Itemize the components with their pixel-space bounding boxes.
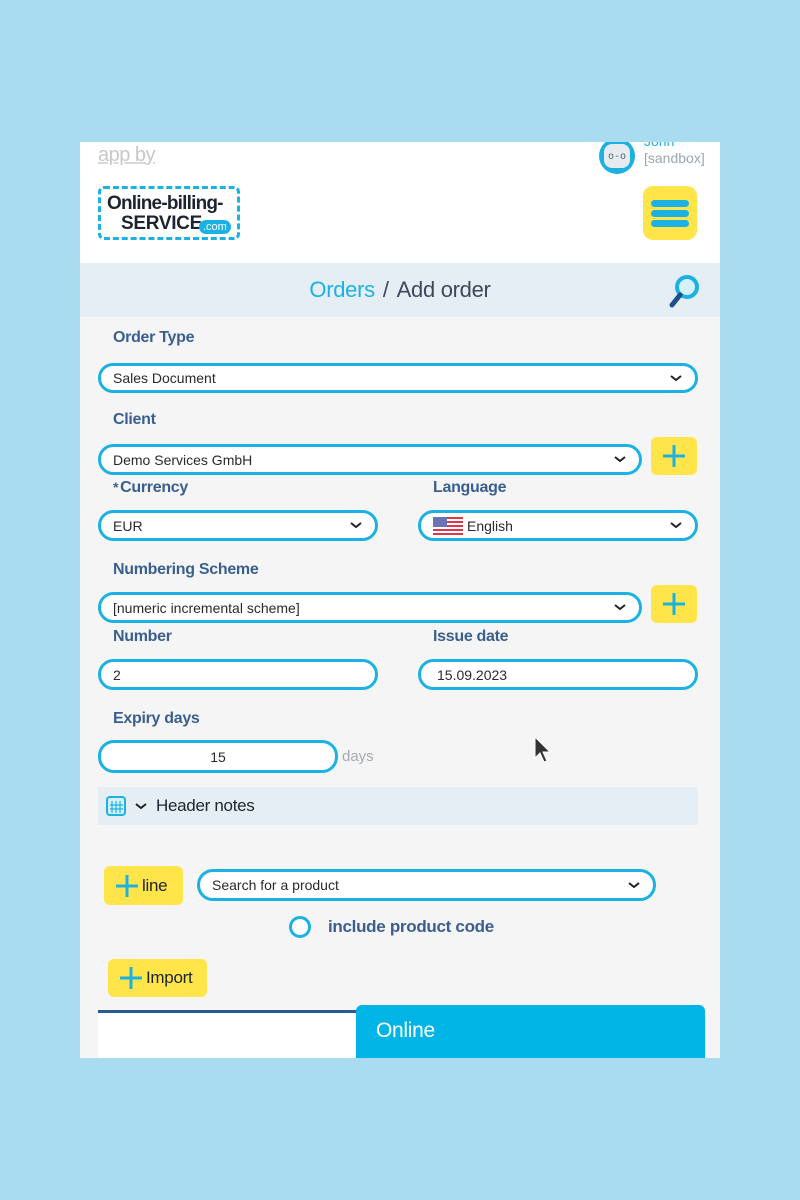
expiry-days-unit: days (342, 748, 374, 765)
import-label: Import (146, 968, 193, 987)
include-product-code-label[interactable]: include product code (328, 917, 494, 937)
top-bar: app by Online-billing- service .com o-o … (80, 142, 720, 263)
plus-icon (120, 967, 142, 989)
plus-icon (116, 874, 138, 897)
avatar-face: o-o (604, 144, 630, 168)
chevron-down-icon (665, 374, 687, 382)
issue-date-value: 15.09.2023 (437, 666, 508, 683)
required-mark: * (113, 479, 119, 495)
mouse-cursor-icon (534, 736, 552, 763)
client-label: Client (113, 411, 156, 428)
add-line-button[interactable]: line (104, 866, 183, 905)
number-label: Number (113, 628, 172, 645)
numbering-scheme-label: Numbering Scheme (113, 561, 259, 578)
add-client-button[interactable] (651, 437, 697, 475)
numbering-scheme-value: [numeric incremental scheme] (113, 599, 300, 616)
client-value: Demo Services GmbH (113, 451, 253, 468)
currency-select[interactable]: EUR (98, 510, 378, 541)
app-by-text: app by (98, 144, 156, 166)
language-label: Language (433, 479, 507, 496)
language-value: English (467, 517, 513, 534)
logo[interactable]: Online-billing- service .com (98, 186, 240, 240)
currency-label: * Currency (113, 479, 188, 497)
add-numbering-scheme-button[interactable] (651, 585, 697, 623)
expiry-days-value: 15 (210, 748, 226, 765)
chevron-down-icon (665, 522, 687, 529)
menu-bar (651, 219, 689, 227)
hamburger-menu-icon[interactable] (643, 186, 697, 240)
client-select[interactable]: Demo Services GmbH (98, 444, 642, 475)
product-search-input[interactable]: Search for a product (197, 869, 656, 901)
chevron-down-icon (135, 803, 147, 810)
breadcrumb-separator: / (382, 277, 389, 302)
expiry-days-input[interactable]: 15 (98, 740, 338, 773)
user-name[interactable]: John (644, 142, 674, 148)
lines-panel (98, 1010, 358, 1058)
notes-icon (106, 796, 126, 816)
issue-date-label: Issue date (433, 628, 509, 645)
chevron-down-icon (623, 881, 645, 889)
breadcrumb-orders-link[interactable]: Orders (309, 277, 375, 302)
order-type-select[interactable]: Sales Document (98, 363, 698, 393)
language-select[interactable]: English (418, 510, 698, 541)
number-value: 2 (113, 666, 121, 683)
chat-title: Online (376, 1019, 435, 1042)
number-input[interactable]: 2 (98, 659, 378, 690)
user-avatar-icon[interactable]: o-o (599, 142, 635, 174)
expiry-days-label: Expiry days (113, 710, 200, 727)
chevron-down-icon (609, 604, 631, 611)
import-button[interactable]: Import (108, 959, 207, 997)
breadcrumb-bar: Orders / Add order (80, 263, 720, 317)
menu-bar (651, 209, 689, 217)
currency-label-text: Currency (120, 479, 189, 496)
menu-bar (651, 199, 689, 207)
us-flag-icon (433, 516, 463, 535)
currency-value: EUR (113, 517, 143, 534)
plus-icon (663, 445, 685, 467)
product-search-placeholder: Search for a product (212, 877, 339, 893)
issue-date-input[interactable]: 15.09.2023 (418, 659, 698, 690)
user-environment: [sandbox] (644, 150, 705, 166)
breadcrumb: Orders / Add order (80, 277, 720, 303)
chevron-down-icon (609, 456, 631, 463)
chat-widget[interactable]: Online (356, 1005, 705, 1058)
add-line-label: line (142, 875, 168, 895)
logo-line1: Online-billing- (107, 193, 224, 214)
include-product-code-radio[interactable] (289, 916, 311, 938)
chevron-down-icon (345, 522, 367, 529)
header-notes-label: Header notes (156, 796, 255, 815)
order-type-value: Sales Document (113, 370, 216, 386)
plus-icon (663, 593, 685, 615)
breadcrumb-current: Add order (396, 277, 491, 302)
logo-tld: .com (199, 220, 231, 234)
numbering-scheme-select[interactable]: [numeric incremental scheme] (98, 592, 642, 623)
app-frame: app by Online-billing- service .com o-o … (80, 142, 720, 1058)
order-type-label: Order Type (113, 329, 195, 346)
header-notes-toggle[interactable]: Header notes (98, 787, 698, 825)
search-icon[interactable] (668, 273, 702, 309)
logo-line2: service (121, 213, 202, 234)
